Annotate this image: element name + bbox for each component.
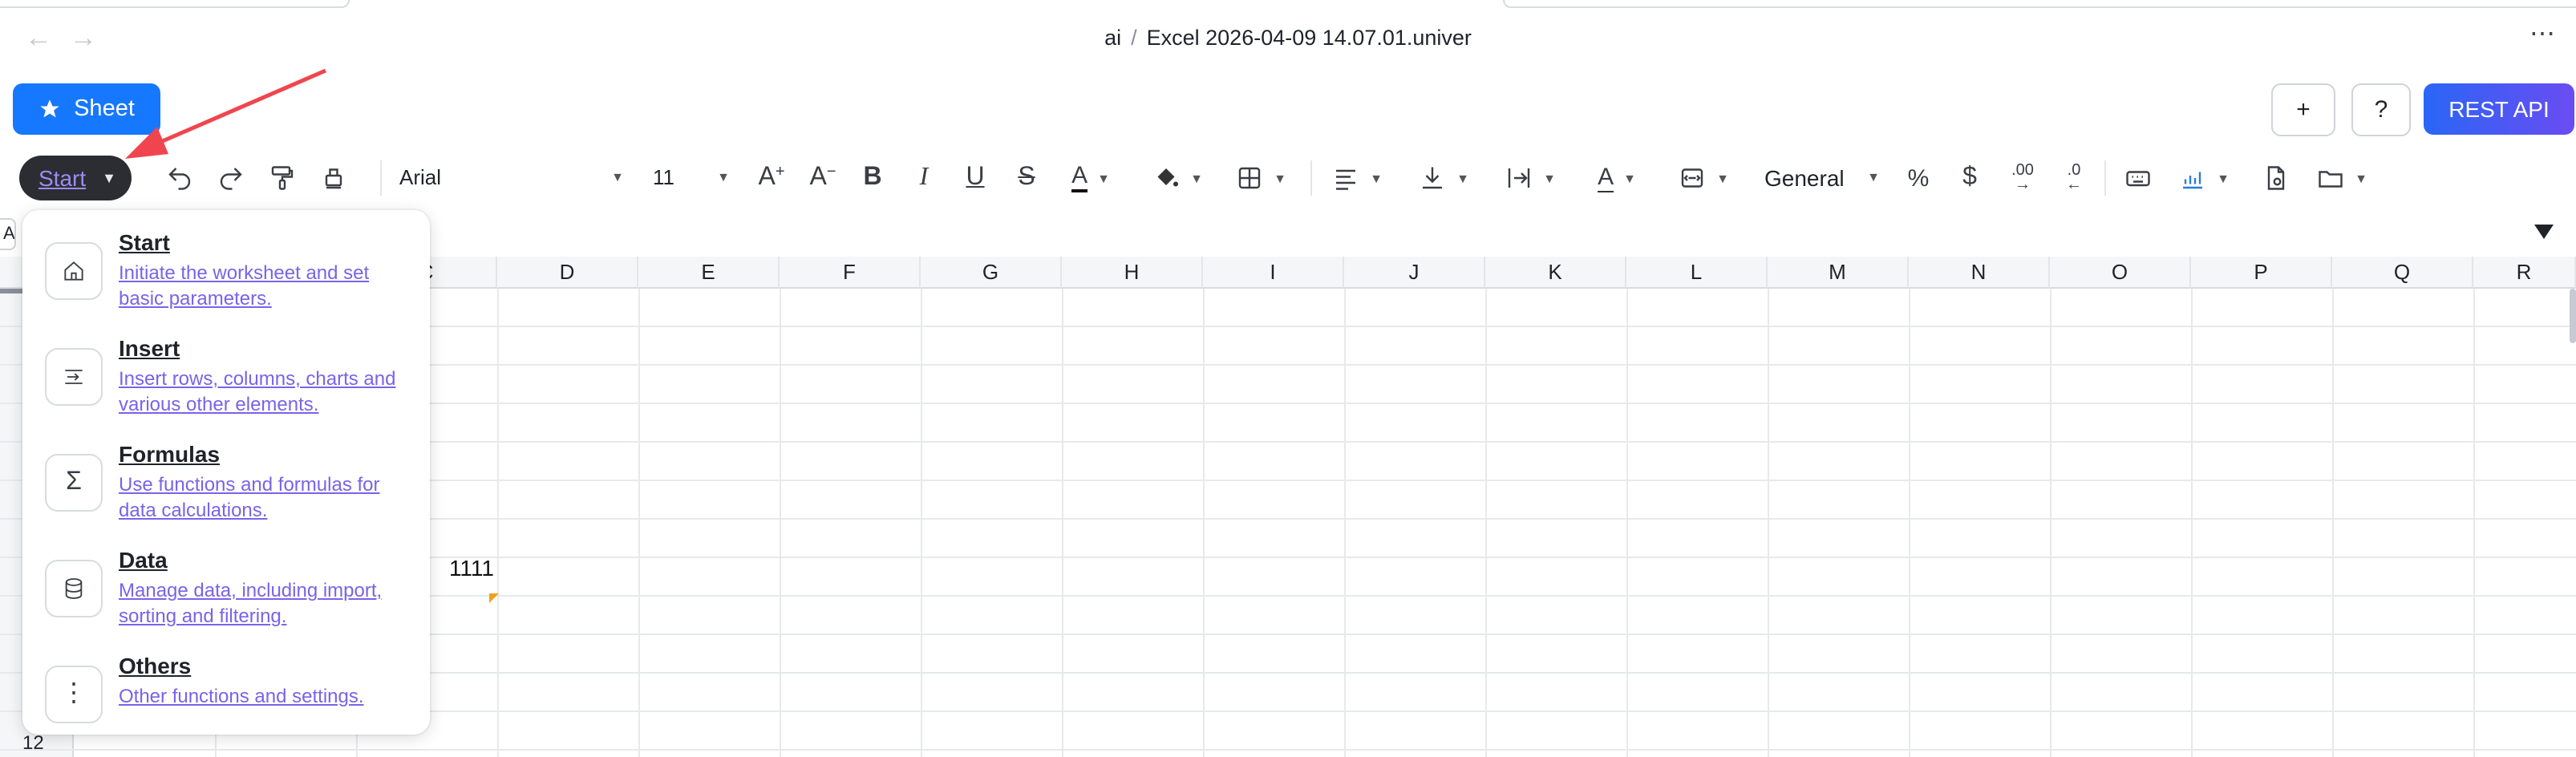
column-header[interactable]: P (2191, 257, 2332, 289)
font-family-value: Arial (399, 165, 442, 189)
breadcrumb-separator: / (1131, 26, 1137, 50)
increase-decimal-icon[interactable]: .00 → (2005, 160, 2040, 196)
italic-icon[interactable]: I (908, 160, 940, 196)
number-format-value: General (1764, 165, 1845, 191)
font-size-select[interactable]: 11 ▼ (653, 160, 730, 196)
toolbar-divider (1310, 160, 1312, 196)
currency-icon[interactable]: $ (1954, 160, 1986, 196)
menu-item-description: Initiate the worksheet and set basic par… (119, 261, 370, 310)
help-button[interactable]: ? (2351, 83, 2411, 136)
paint-format-icon[interactable] (266, 160, 298, 196)
column-header[interactable]: N (1909, 257, 2050, 289)
chevron-down-icon: ▼ (611, 170, 624, 184)
browser-tab-strip (0, 0, 2576, 8)
column-header[interactable]: E (638, 257, 780, 289)
horizontal-align-icon[interactable]: ▼ (1328, 160, 1386, 196)
more-icon[interactable]: ⋯ (2529, 19, 2557, 51)
column-header[interactable]: O (2050, 257, 2191, 289)
font-size-value: 11 (653, 165, 674, 189)
menu-item-title: Others (119, 653, 192, 678)
undo-icon[interactable] (164, 160, 196, 196)
column-header[interactable]: I (1203, 257, 1344, 289)
document-search-icon[interactable] (2258, 160, 2294, 196)
column-header[interactable]: Q (2332, 257, 2473, 289)
font-color-icon[interactable]: A ▼ (1062, 160, 1120, 196)
menu-item-title: Start (119, 229, 170, 255)
column-header[interactable]: G (921, 257, 1062, 289)
home-icon (45, 242, 103, 300)
clear-format-icon[interactable] (318, 160, 350, 196)
column-header[interactable]: D (497, 257, 638, 289)
vertical-scrollbar[interactable] (2570, 289, 2576, 343)
column-header[interactable]: R (2473, 257, 2576, 289)
menu-item-description: Use functions and formulas for data calc… (119, 473, 380, 521)
border-icon[interactable]: ▼ (1232, 160, 1290, 196)
rest-api-button[interactable]: REST API (2424, 83, 2574, 135)
font-family-select[interactable]: Arial ▼ (399, 160, 624, 196)
menu-item-description: Insert rows, columns, charts and various… (119, 367, 396, 415)
menu-item-description: Other functions and settings. (119, 685, 364, 707)
percent-icon[interactable]: % (1902, 160, 1934, 196)
decrease-font-icon[interactable]: A − (805, 160, 840, 196)
start-tab-selector[interactable]: Start ▼ (19, 156, 132, 200)
toolbar-divider (380, 160, 382, 196)
cell-value[interactable]: 1111 (446, 555, 494, 581)
menu-item-others[interactable]: ⋮ Others Other functions and settings. (45, 653, 414, 749)
document-title: ai / Excel 2026-04-09 14.07.01.univer (0, 22, 2576, 55)
star-icon (40, 99, 59, 118)
cell-comment-marker (489, 593, 499, 603)
start-tab-label: Start (38, 165, 87, 191)
text-rotate-icon[interactable]: A ▼ (1588, 160, 1646, 196)
column-header[interactable]: F (780, 257, 921, 289)
add-button[interactable]: + (2271, 83, 2335, 136)
chevron-down-icon: ▼ (1867, 170, 1880, 184)
tab-edge-right (1503, 0, 2576, 8)
start-tab-dropdown: Start Initiate the worksheet and set bas… (22, 210, 430, 735)
database-icon (45, 560, 103, 617)
chevron-down-icon: ▼ (717, 170, 730, 184)
fill-color-icon[interactable]: ▼ (1148, 160, 1206, 196)
tab-edge-left (0, 0, 350, 8)
file-name: Excel 2026-04-09 14.07.01.univer (1146, 26, 1472, 50)
sheet-button-label: Sheet (74, 96, 135, 122)
text-wrap-icon[interactable]: ▼ (1501, 160, 1559, 196)
toolbar-divider (2104, 160, 2106, 196)
menu-item-data[interactable]: Data Manage data, including import, sort… (45, 547, 414, 643)
vertical-dots-icon: ⋮ (45, 666, 103, 723)
row-number[interactable]: 12 (22, 731, 44, 754)
vertical-align-icon[interactable]: ▼ (1415, 160, 1472, 196)
column-header[interactable]: H (1062, 257, 1203, 289)
chevron-down-icon: ▼ (102, 170, 116, 186)
folder-icon[interactable]: ▼ (2310, 160, 2374, 196)
underline-icon[interactable]: U (959, 160, 991, 196)
column-header[interactable]: M (1768, 257, 1909, 289)
merge-cells-icon[interactable]: ▼ (1675, 160, 1732, 196)
insert-icon (45, 348, 103, 406)
column-header[interactable]: K (1485, 257, 1626, 289)
number-format-select[interactable]: General ▼ (1764, 160, 1880, 196)
menu-item-title: Insert (119, 335, 180, 361)
sheet-button[interactable]: Sheet (13, 83, 160, 135)
menu-item-start[interactable]: Start Initiate the worksheet and set bas… (45, 229, 414, 326)
decrease-decimal-icon[interactable]: .0 ← (2056, 160, 2092, 196)
sigma-icon: Σ (45, 454, 103, 512)
redo-icon[interactable] (215, 160, 247, 196)
menu-item-insert[interactable]: Insert Insert rows, columns, charts and … (45, 335, 414, 431)
increase-font-icon[interactable]: A + (754, 160, 789, 196)
app-root: ← → ai / Excel 2026-04-09 14.07.01.univer … (0, 0, 2576, 757)
menu-item-title: Data (119, 547, 168, 573)
column-header[interactable]: J (1344, 257, 1485, 289)
menu-item-title: Formulas (119, 441, 221, 467)
bold-icon[interactable]: B (857, 160, 889, 196)
breadcrumb-root[interactable]: ai (1104, 26, 1121, 50)
chart-icon[interactable]: ▼ (2172, 160, 2236, 196)
column-header[interactable]: L (1626, 257, 1768, 289)
expand-formula-icon[interactable] (2534, 225, 2554, 239)
namebox[interactable]: A (0, 218, 16, 250)
menu-item-description: Manage data, including import, sorting a… (119, 579, 383, 627)
keyboard-icon[interactable] (2120, 160, 2156, 196)
strikethrough-icon[interactable]: S (1011, 160, 1043, 196)
menu-item-formulas[interactable]: Σ Formulas Use functions and formulas fo… (45, 441, 414, 537)
